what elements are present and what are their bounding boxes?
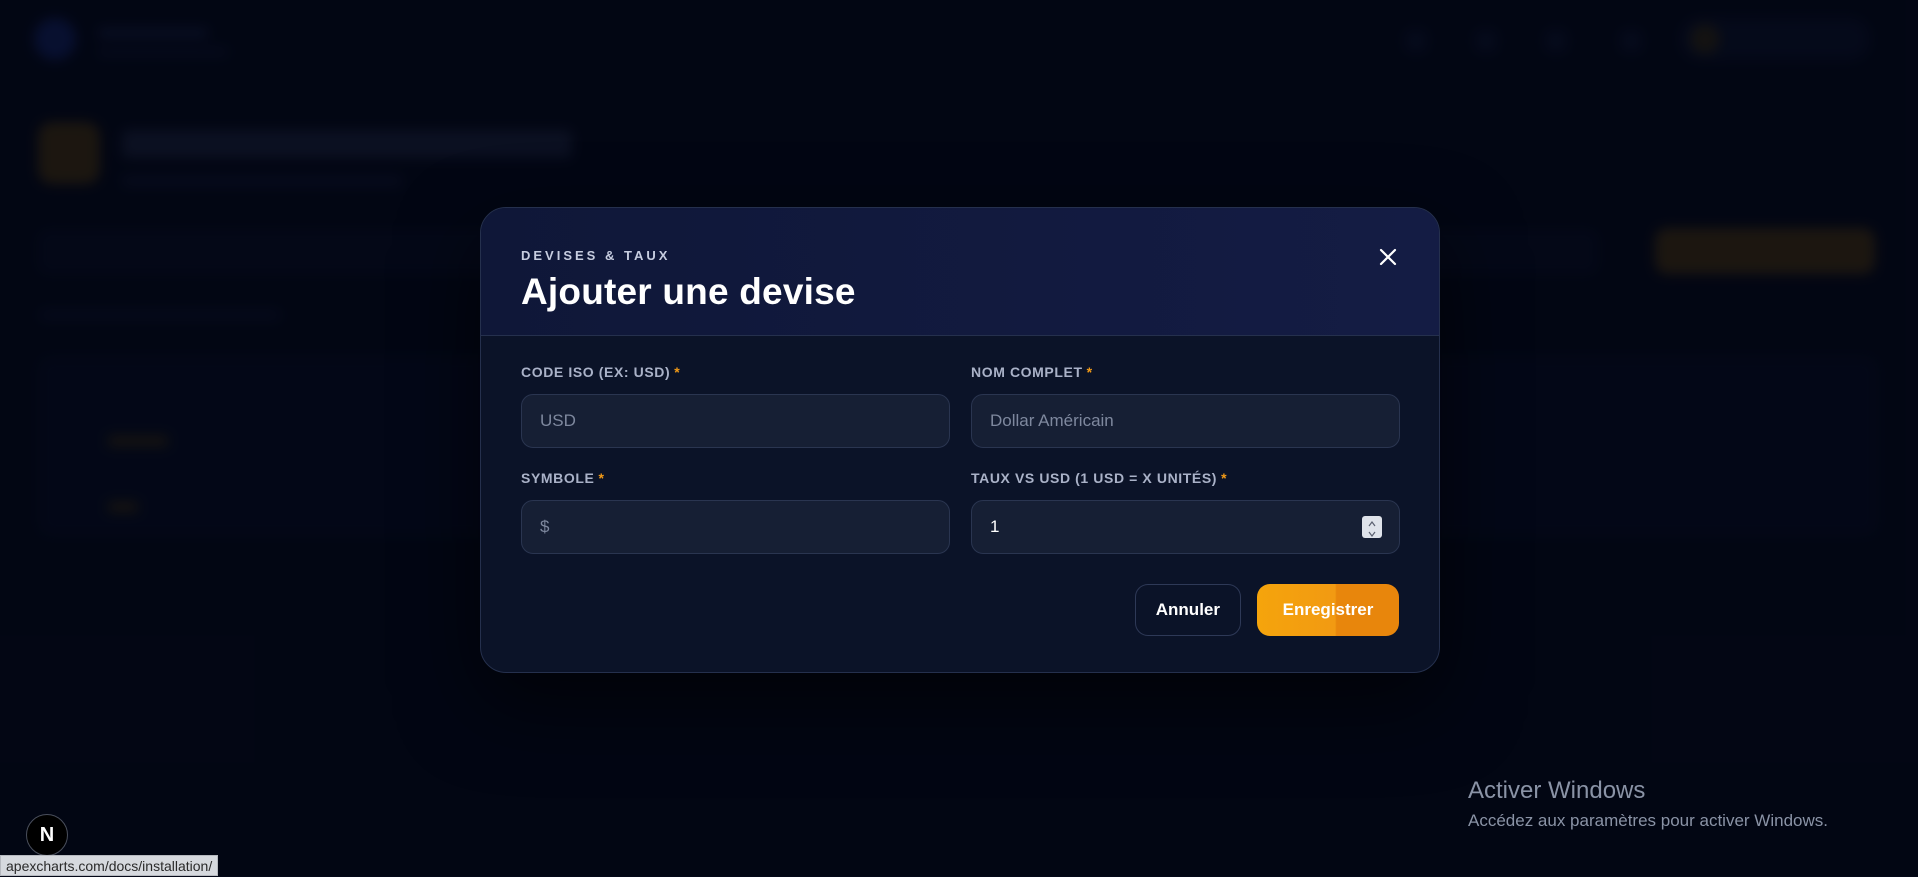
status-url: apexcharts.com/docs/installation/: [0, 855, 219, 876]
field-code: CODE ISO (EX: USD) *: [521, 364, 950, 448]
rate-input[interactable]: [971, 500, 1400, 554]
name-label: NOM COMPLET *: [971, 364, 1400, 382]
save-button[interactable]: Enregistrer: [1257, 584, 1399, 636]
required-mark: *: [674, 364, 681, 380]
required-mark: *: [1086, 364, 1093, 380]
symbol-input[interactable]: [521, 500, 950, 554]
rate-stepper[interactable]: [1362, 516, 1382, 538]
symbol-label: SYMBOLE *: [521, 470, 950, 488]
chevron-up-icon[interactable]: [1362, 516, 1382, 527]
rate-label-text: TAUX VS USD (1 USD = X UNITÉS): [971, 470, 1218, 486]
code-input[interactable]: [521, 394, 950, 448]
add-currency-modal: DEVISES & TAUX Ajouter une devise CODE I…: [480, 207, 1440, 673]
field-rate: TAUX VS USD (1 USD = X UNITÉS) *: [971, 470, 1400, 554]
currency-form: CODE ISO (EX: USD)* NOM COMPLET* SYMBOLE…: [521, 364, 1400, 554]
close-button[interactable]: [1373, 242, 1403, 272]
modal-body: CODE ISO (EX: USD)* NOM COMPLET* SYMBOLE…: [481, 336, 1439, 636]
close-icon: [1379, 248, 1397, 266]
field-name: NOM COMPLET *: [971, 364, 1400, 448]
modal-header: DEVISES & TAUX Ajouter une devise: [481, 208, 1439, 336]
windows-watermark-subtitle: Accédez aux paramètres pour activer Wind…: [1468, 811, 1828, 830]
code-label-text: CODE ISO (EX: USD): [521, 364, 671, 380]
modal-title: Ajouter une devise: [521, 271, 856, 312]
code-label: CODE ISO (EX: USD) *: [521, 364, 950, 382]
required-mark: *: [598, 470, 605, 486]
modal-actions: Annuler Enregistrer: [521, 584, 1399, 636]
name-label-text: NOM COMPLET: [971, 364, 1083, 380]
cancel-button[interactable]: Annuler: [1134, 584, 1241, 636]
field-symbol: SYMBOLE *: [521, 470, 950, 554]
windows-watermark-title: Activer Windows: [1468, 777, 1646, 804]
modal-eyebrow: DEVISES & TAUX: [521, 248, 671, 263]
rate-label: TAUX VS USD (1 USD = X UNITÉS) *: [971, 470, 1400, 488]
symbol-label-text: SYMBOLE: [521, 470, 595, 486]
rate-input-wrapper: [971, 488, 1400, 554]
next-dev-badge[interactable]: N: [26, 814, 68, 856]
chevron-down-icon[interactable]: [1362, 527, 1382, 538]
required-mark: *: [1221, 470, 1228, 486]
name-input[interactable]: [971, 394, 1400, 448]
